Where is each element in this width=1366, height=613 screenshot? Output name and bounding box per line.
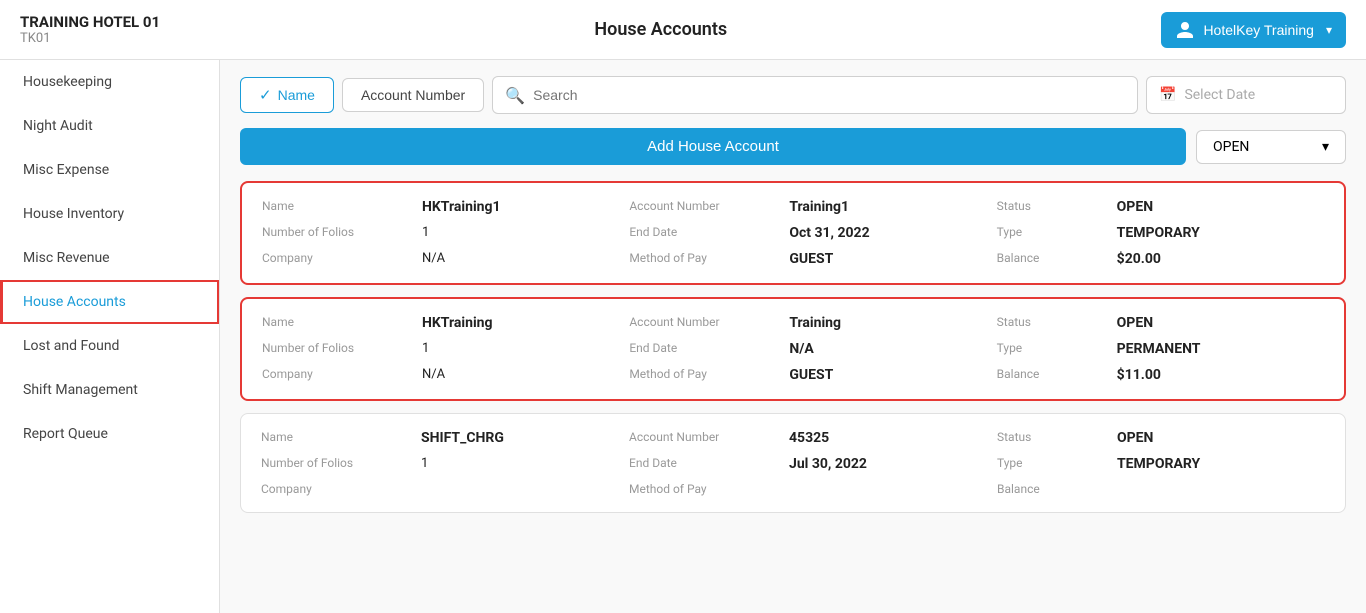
folios-value: 1 [421,456,629,471]
action-bar: Add House Account OPEN ▾ [240,128,1346,165]
company-label: Company [262,251,422,265]
balance-label: Balance [997,482,1117,496]
main-layout: Housekeeping Night Audit Misc Expense Ho… [0,60,1366,613]
method-label: Method of Pay [629,367,789,381]
status-value: OPEN [1117,430,1325,446]
page-title: House Accounts [594,19,727,40]
status-label: Status [997,430,1117,444]
sidebar-item-misc-revenue[interactable]: Misc Revenue [0,236,219,280]
method-value: GUEST [789,367,996,383]
company-value: N/A [422,367,629,382]
check-icon: ✓ [259,86,272,104]
sidebar-item-house-inventory[interactable]: House Inventory [0,192,219,236]
status-dropdown[interactable]: OPEN ▾ [1196,130,1346,164]
search-icon: 🔍 [505,86,525,105]
hotel-code: TK01 [20,31,160,46]
status-value: OPEN [1117,315,1324,331]
name-value: HKTraining1 [422,199,629,215]
end-date-label: End Date [629,341,789,355]
filter-bar: ✓ Name Account Number 🔍 📅 Select Date [240,76,1346,114]
hotel-name: TRAINING HOTEL 01 [20,13,160,31]
balance-value: $11.00 [1117,367,1324,383]
sidebar: Housekeeping Night Audit Misc Expense Ho… [0,60,220,613]
end-date-value: N/A [789,341,996,357]
chevron-down-icon: ▾ [1326,23,1332,37]
account-card-1[interactable]: Name HKTraining Account Number Training … [240,297,1346,401]
type-label: Type [997,456,1117,470]
method-value: GUEST [789,251,996,267]
sidebar-item-lost-found[interactable]: Lost and Found [0,324,219,368]
type-value: TEMPORARY [1117,225,1324,241]
sidebar-item-report-queue[interactable]: Report Queue [0,412,219,456]
main-content: ✓ Name Account Number 🔍 📅 Select Date Ad… [220,60,1366,613]
status-label: Status [997,315,1117,329]
sidebar-item-house-accounts[interactable]: House Accounts [0,280,219,324]
account-card-0[interactable]: Name HKTraining1 Account Number Training… [240,181,1346,285]
company-value: N/A [422,251,629,266]
status-selected-label: OPEN [1213,139,1249,155]
account-number-value: Training1 [789,199,996,215]
user-menu-button[interactable]: HotelKey Training ▾ [1161,12,1346,48]
name-value: HKTraining [422,315,629,331]
balance-label: Balance [997,251,1117,265]
type-value: PERMANENT [1117,341,1324,357]
folios-value: 1 [422,225,629,240]
name-value: SHIFT_CHRG [421,430,629,446]
add-house-account-button[interactable]: Add House Account [240,128,1186,165]
sidebar-item-shift-management[interactable]: Shift Management [0,368,219,412]
calendar-icon: 📅 [1159,87,1176,103]
user-name-label: HotelKey Training [1203,22,1314,38]
method-label: Method of Pay [629,482,789,496]
company-label: Company [261,482,421,496]
account-card-2[interactable]: Name SHIFT_CHRG Account Number 45325 Sta… [240,413,1346,513]
end-date-value: Oct 31, 2022 [789,225,996,241]
company-label: Company [262,367,422,381]
account-number-label: Account Number [629,199,789,213]
search-input[interactable] [533,87,1125,103]
folios-value: 1 [422,341,629,356]
date-input-wrap[interactable]: 📅 Select Date [1146,76,1346,114]
date-placeholder: Select Date [1184,87,1255,103]
type-label: Type [997,341,1117,355]
card-body: Name SHIFT_CHRG Account Number 45325 Sta… [261,430,1325,496]
balance-value: $20.00 [1117,251,1324,267]
sidebar-item-night-audit[interactable]: Night Audit [0,104,219,148]
top-header: TRAINING HOTEL 01 TK01 House Accounts Ho… [0,0,1366,60]
account-number-label: Account Number [629,430,789,444]
card-body: Name HKTraining Account Number Training … [262,315,1324,383]
name-filter-button[interactable]: ✓ Name [240,77,334,113]
accounts-container: Name HKTraining1 Account Number Training… [240,181,1346,513]
account-number-label: Account Number [629,315,789,329]
sidebar-item-misc-expense[interactable]: Misc Expense [0,148,219,192]
name-label: Name [262,199,422,213]
user-avatar-icon [1175,20,1195,40]
end-date-value: Jul 30, 2022 [789,456,997,472]
name-label: Name [261,430,421,444]
hotel-info: TRAINING HOTEL 01 TK01 [20,13,160,46]
balance-label: Balance [997,367,1117,381]
account-number-value: 45325 [789,430,997,446]
card-body: Name HKTraining1 Account Number Training… [262,199,1324,267]
type-value: TEMPORARY [1117,456,1325,472]
type-label: Type [997,225,1117,239]
name-label: Name [262,315,422,329]
folios-label: Number of Folios [262,225,422,239]
status-label: Status [997,199,1117,213]
sidebar-item-housekeeping[interactable]: Housekeeping [0,60,219,104]
dropdown-chevron-icon: ▾ [1322,139,1329,155]
method-label: Method of Pay [629,251,789,265]
account-number-filter-button[interactable]: Account Number [342,78,484,112]
end-date-label: End Date [629,225,789,239]
folios-label: Number of Folios [262,341,422,355]
account-number-value: Training [789,315,996,331]
end-date-label: End Date [629,456,789,470]
folios-label: Number of Folios [261,456,421,470]
status-value: OPEN [1117,199,1324,215]
search-input-wrap: 🔍 [492,76,1138,114]
